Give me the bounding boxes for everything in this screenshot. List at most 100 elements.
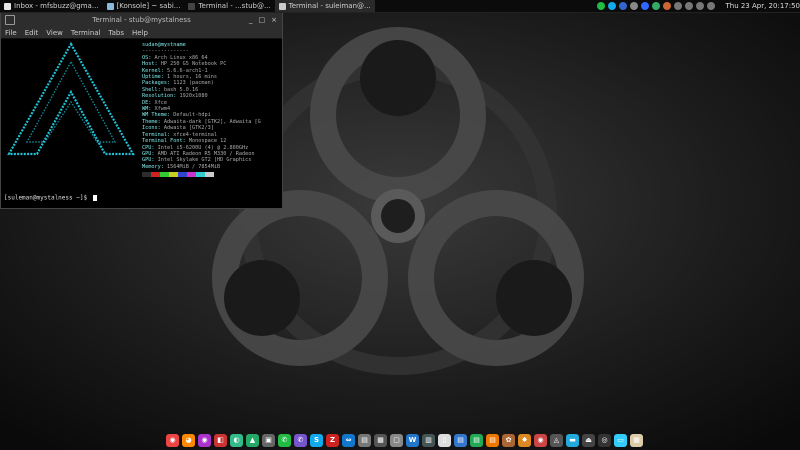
app-icon[interactable]: ◬ <box>550 433 563 447</box>
info-value: Intel Skylake GT2 [HD Graphics <box>157 157 252 164</box>
info-key: Uptime: <box>142 74 164 81</box>
info-key: Packages: <box>142 80 171 87</box>
system-info: sudan@mystname --------------- OS: Arch … <box>142 42 282 178</box>
app-icon[interactable]: ▯ <box>438 433 451 447</box>
task-button[interactable]: Inbox - mfsbuzz@gma... <box>0 0 103 12</box>
info-value: Monospace 12 <box>188 138 227 145</box>
app-icon[interactable]: ▤ <box>454 433 467 447</box>
info-line: Memory: 1564MiB / 7854MiB <box>142 164 282 170</box>
color-swatch <box>142 172 151 178</box>
chrome-icon[interactable]: ◉ <box>166 433 179 447</box>
menu-view[interactable]: View <box>46 29 63 37</box>
app-icon[interactable]: ◐ <box>230 433 243 447</box>
info-key: Host: <box>142 61 158 68</box>
notifications-icon[interactable] <box>707 2 716 10</box>
info-key: WM Theme: <box>142 112 171 119</box>
whatsapp-icon[interactable]: ✆ <box>278 433 291 447</box>
info-key: OS: <box>142 54 152 61</box>
app-icon[interactable]: ◎ <box>598 433 611 447</box>
close-button[interactable]: × <box>271 16 277 24</box>
app-icon[interactable]: ◧ <box>214 433 227 447</box>
menu-help[interactable]: Help <box>132 29 148 37</box>
menu-tabs[interactable]: Tabs <box>109 29 125 37</box>
dock: ◉ ◕ ◉ ◧ ◐ ▲ ▣ ✆ ✆ S Z ⇔ ▤ ▦ ▢ W ▥ ▯ ▤ ▤ ▤ ✿ ✸ ◉ ◬ ▬ ⏏ ◎ ▭ ▦ <box>166 431 643 449</box>
info-key: CPU: <box>142 144 155 151</box>
app-icon[interactable]: ◉ <box>534 433 547 447</box>
task-button[interactable]: Terminal - suleiman@... <box>274 0 375 12</box>
app-icon[interactable]: ⏏ <box>582 433 595 447</box>
app-icon[interactable]: ◉ <box>198 433 211 447</box>
info-key: GPU: <box>142 157 155 164</box>
volume-icon[interactable] <box>696 2 705 10</box>
skype-icon[interactable]: S <box>310 433 323 447</box>
info-value: HP 250 G5 Notebook PC <box>160 61 227 68</box>
skype-icon[interactable] <box>608 2 617 10</box>
app-icon[interactable]: ▦ <box>630 433 643 447</box>
task-button[interactable]: Terminal - ...stub@... <box>184 0 274 12</box>
color-swatch <box>196 172 205 178</box>
info-value: Adwaita [GTK2/3] <box>163 125 214 132</box>
app-icon[interactable]: ▭ <box>614 433 627 447</box>
bluetooth-icon[interactable] <box>641 2 650 10</box>
info-key: Terminal Font: <box>142 138 186 145</box>
terminal-titlebar[interactable]: Terminal - stub@mystalness _ □ × <box>1 13 282 27</box>
battery-icon[interactable] <box>674 2 683 10</box>
app-icon[interactable]: ▲ <box>246 433 259 447</box>
network-icon[interactable] <box>685 2 694 10</box>
info-key: Kernel: <box>142 67 164 74</box>
app-icon[interactable]: ▤ <box>358 433 371 447</box>
info-value: 1920x1080 <box>179 93 208 100</box>
app-icon[interactable]: ✿ <box>502 433 515 447</box>
maximize-button[interactable]: □ <box>259 16 266 24</box>
color-swatch <box>187 172 196 178</box>
viber-icon[interactable]: ✆ <box>294 433 307 447</box>
terminal-window[interactable]: Terminal - stub@mystalness _ □ × File Ed… <box>0 12 283 209</box>
color-swatch <box>169 172 178 178</box>
app-icon[interactable]: ▤ <box>486 433 499 447</box>
info-key: Resolution: <box>142 93 177 100</box>
app-icon[interactable]: ▤ <box>470 433 483 447</box>
app-icon[interactable]: W <box>406 433 419 447</box>
info-value: Arch Linux x86_64 <box>154 54 208 61</box>
menu-file[interactable]: File <box>5 29 17 37</box>
filezilla-icon[interactable]: Z <box>326 433 339 447</box>
top-panel: Inbox - mfsbuzz@gma... [Konsole] ~ sabi..… <box>0 0 800 13</box>
app-icon[interactable]: ✸ <box>518 433 531 447</box>
task-label: Inbox - mfsbuzz@gma... <box>14 2 99 10</box>
menu-terminal[interactable]: Terminal <box>71 29 101 37</box>
clock[interactable]: Thu 23 Apr, 20:17:50 <box>725 2 800 10</box>
app-icon[interactable]: ▣ <box>262 433 275 447</box>
task-list: Inbox - mfsbuzz@gma... [Konsole] ~ sabi..… <box>0 0 375 12</box>
app-icon[interactable]: ▢ <box>390 433 403 447</box>
firefox-icon[interactable]: ◕ <box>182 433 195 447</box>
info-key: GPU: <box>142 150 155 157</box>
minimize-button[interactable]: _ <box>249 16 253 24</box>
app-icon <box>106 2 114 10</box>
color-swatch <box>151 172 160 178</box>
app-icon[interactable]: ▬ <box>566 433 579 447</box>
task-label: Terminal - suleiman@... <box>288 2 371 10</box>
info-value: Intel i5-6200U (4) @ 2.800GHz <box>157 144 249 151</box>
info-key: Theme: <box>142 118 161 125</box>
app-icon[interactable]: ▥ <box>422 433 435 447</box>
teamviewer-icon[interactable]: ⇔ <box>342 433 355 447</box>
mail-icon[interactable] <box>619 2 628 10</box>
app-icon[interactable] <box>652 2 661 10</box>
terminal-menubar: File Edit View Terminal Tabs Help <box>1 27 282 39</box>
info-key: Memory: <box>142 163 164 170</box>
color-swatch <box>205 172 214 178</box>
info-key: DE: <box>142 99 152 106</box>
info-value: Xfwm4 <box>154 106 171 113</box>
system-tray <box>597 2 719 10</box>
shell-prompt[interactable]: [suleman@mystalness ~]$ <box>4 195 97 202</box>
task-label: Terminal - ...stub@... <box>198 2 271 10</box>
whatsapp-icon[interactable] <box>597 2 606 10</box>
prompt-text: [suleman@mystalness ~]$ <box>4 194 91 202</box>
app-icon[interactable]: ▦ <box>374 433 387 447</box>
task-button[interactable]: [Konsole] ~ sabi... <box>103 0 185 12</box>
terminal-output[interactable]: sudan@mystname --------------- OS: Arch … <box>1 39 282 209</box>
app-icon[interactable] <box>663 2 672 10</box>
menu-edit[interactable]: Edit <box>25 29 39 37</box>
info-value: Xfce <box>154 99 168 106</box>
clipboard-icon[interactable] <box>630 2 639 10</box>
